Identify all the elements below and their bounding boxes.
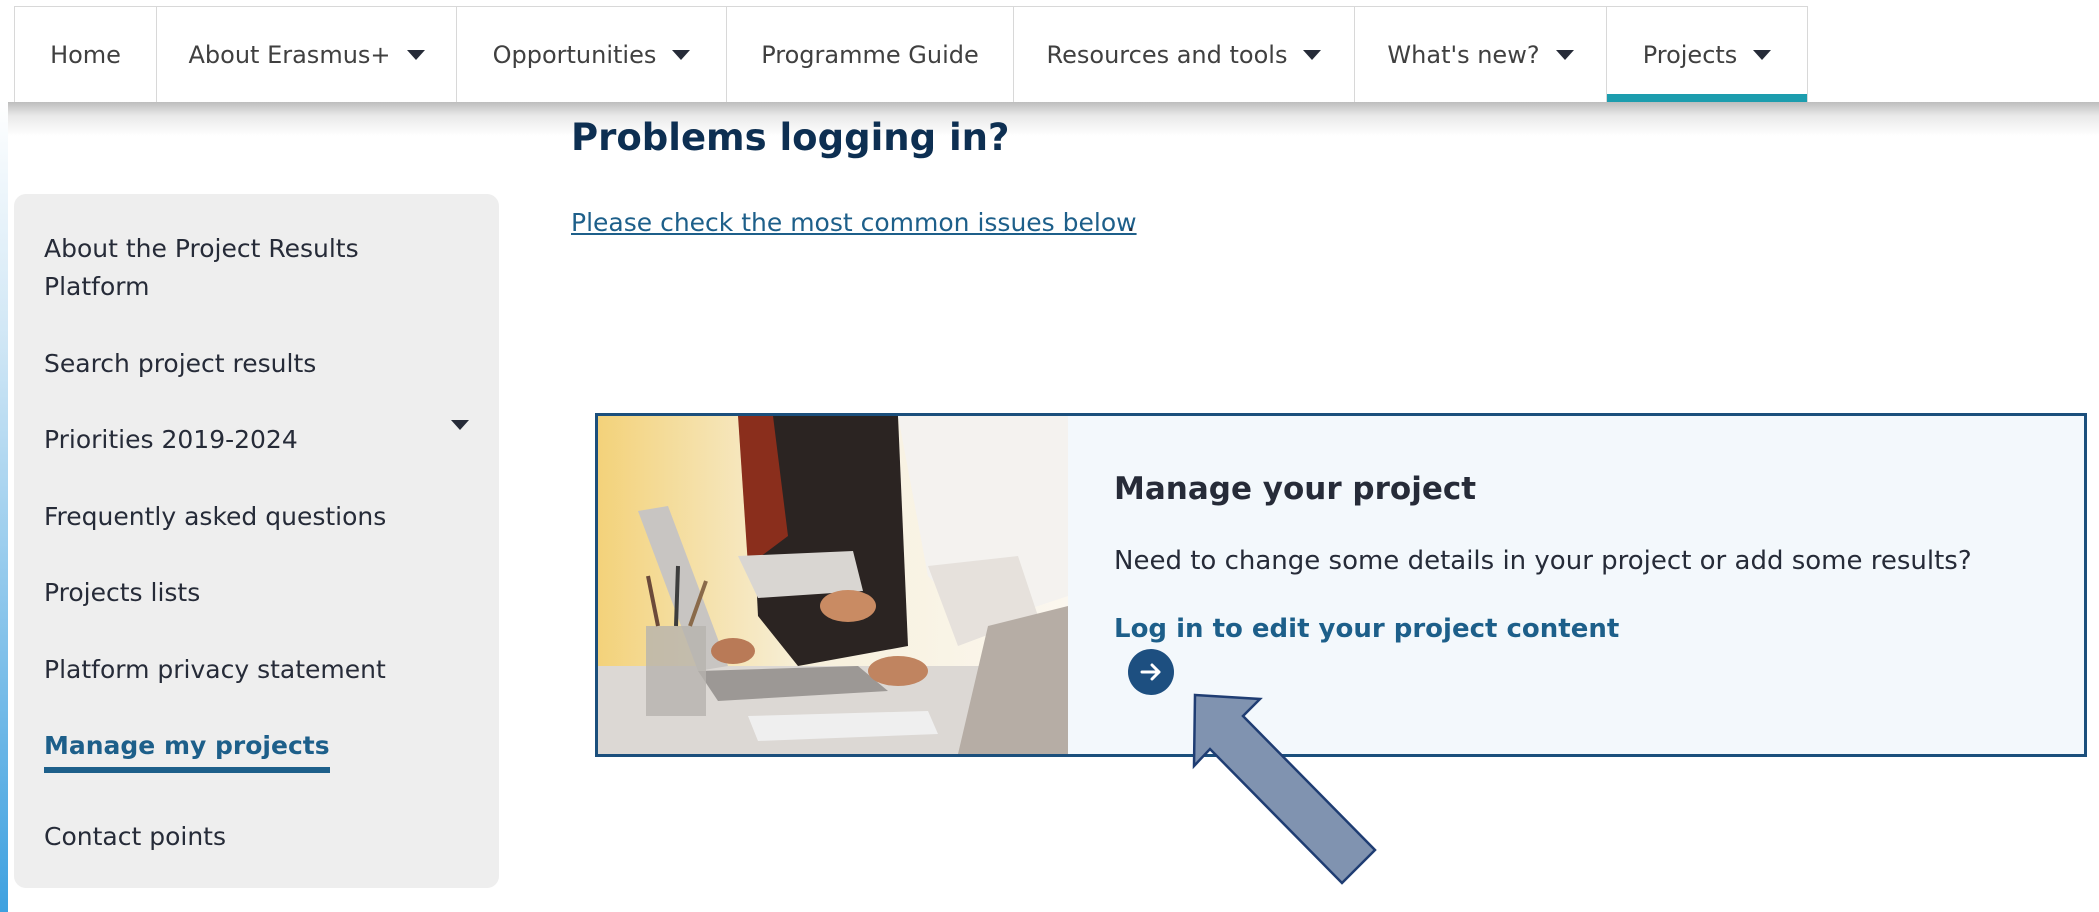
link-suffix: . [1127,208,1135,237]
sidebar-item-label: Platform privacy statement [44,655,386,684]
nav-projects-label: Projects [1642,41,1738,69]
caret-down-icon [1753,50,1772,60]
caret-down-icon [1555,50,1574,60]
sidebar-item-label: Contact points [44,822,226,851]
nav-programme-guide-label: Programme Guide [761,41,979,69]
card-title: Manage your project [1114,471,1477,507]
sidebar-item-manage-projects[interactable]: Manage my projects [14,727,499,818]
nav-projects[interactable]: Projects [1607,7,1808,103]
sidebar-item-label: Search project results [44,349,317,378]
login-arrow-button[interactable] [1128,649,1174,695]
nav-resources-and-tools-label: Resources and tools [1046,41,1288,69]
caret-down-icon [406,50,425,60]
sidebar-item-label: Frequently asked questions [44,502,387,531]
common-issues-link[interactable]: Please check the most common issues belo… [571,208,1137,237]
nav-resources-and-tools[interactable]: Resources and tools [1014,7,1355,103]
nav-shadow [8,102,2099,136]
sidebar-item-privacy-statement[interactable]: Platform privacy statement [14,651,499,727]
main-navigation: Home About Erasmus+ Opportunities Progra… [14,6,1808,103]
nav-about-erasmus[interactable]: About Erasmus+ [157,7,457,103]
caret-down-icon [1303,50,1322,60]
sidebar-menu: About the Project Results Platform Searc… [14,194,499,888]
nav-whats-new-label: What's new? [1387,41,1540,69]
nav-about-erasmus-label: About Erasmus+ [188,41,391,69]
nav-opportunities-label: Opportunities [492,41,657,69]
nav-home-label: Home [50,41,121,69]
sidebar-item-about-platform[interactable]: About the Project Results Platform [14,230,499,345]
sidebar-item-priorities[interactable]: Priorities 2019-2024 [14,420,499,498]
office-photo [598,416,1068,754]
sidebar-item-faq[interactable]: Frequently asked questions [14,498,499,574]
sidebar-item-search-results[interactable]: Search project results [14,345,499,421]
office-photo-illustration [598,416,1068,754]
arrow-right-icon [1140,663,1161,681]
sidebar-item-label: Manage my projects [44,727,330,773]
card-description: Need to change some details in your proj… [1114,546,1972,576]
nav-opportunities[interactable]: Opportunities [457,7,727,103]
sidebar-item-label: About the Project Results Platform [44,234,359,301]
nav-programme-guide[interactable]: Programme Guide [727,7,1014,103]
sidebar-item-label: Projects lists [44,578,201,607]
login-edit-link[interactable]: Log in to edit your project content [1114,614,1619,644]
nav-home[interactable]: Home [14,7,157,103]
caret-down-icon[interactable] [451,420,469,430]
sidebar-item-contact-points[interactable]: Contact points [14,818,499,878]
page-title: Problems logging in? [571,116,1010,159]
sidebar-item-projects-lists[interactable]: Projects lists [14,574,499,651]
nav-whats-new[interactable]: What's new? [1355,7,1607,103]
annotation-arrow-icon [1192,693,1377,885]
caret-down-icon [672,50,691,60]
sidebar-item-label: Priorities 2019-2024 [44,425,298,454]
left-edge-accent [0,100,8,912]
